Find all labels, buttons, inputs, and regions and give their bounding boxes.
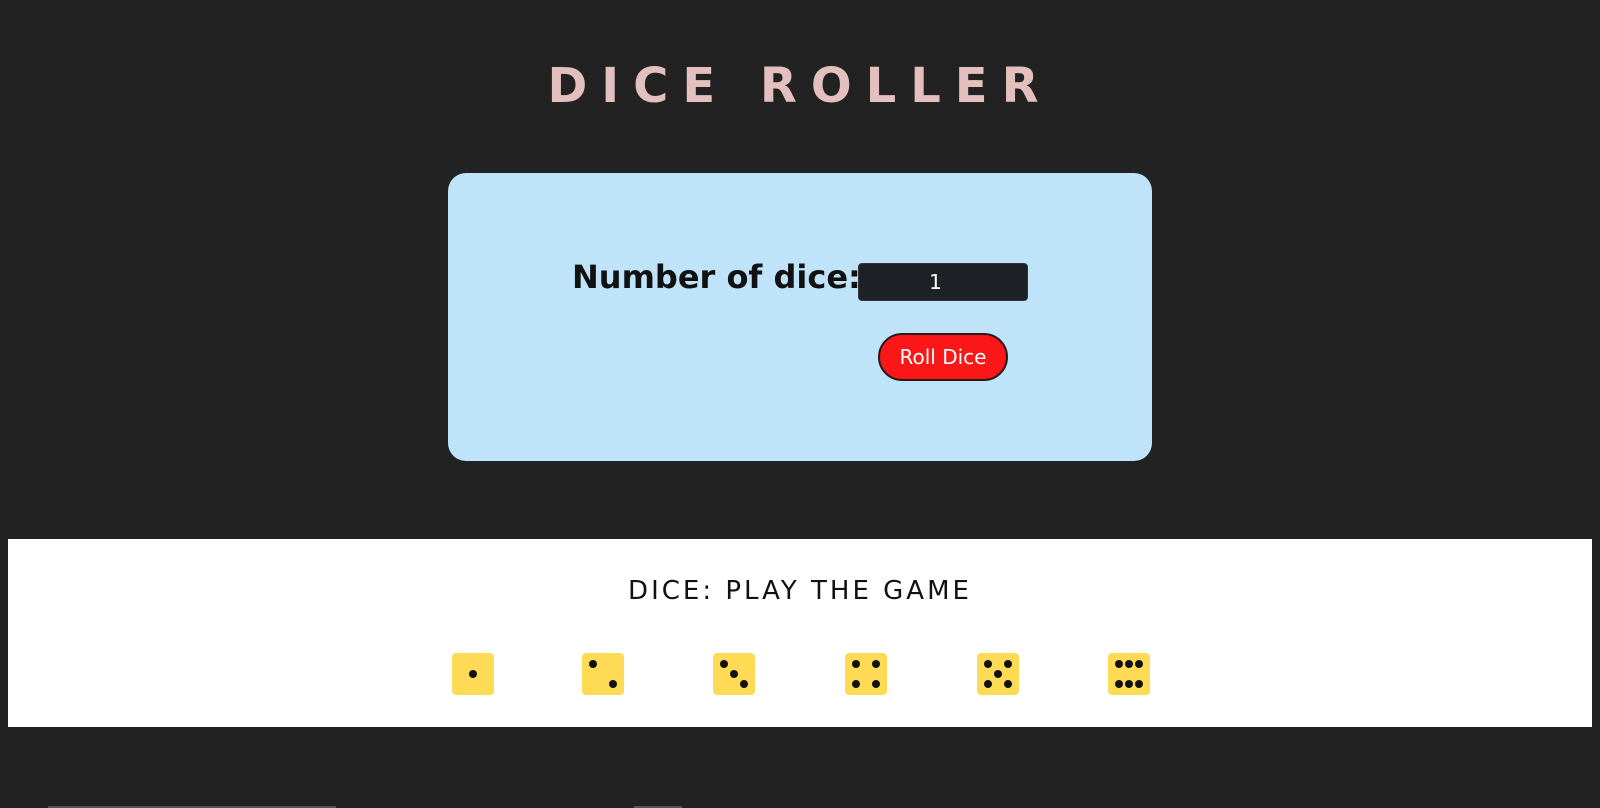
die-pip — [720, 660, 728, 668]
dice-count-input[interactable] — [858, 263, 1028, 301]
die-pip — [984, 680, 992, 688]
die-pip — [730, 670, 738, 678]
roll-dice-button[interactable]: Roll Dice — [878, 333, 1008, 381]
dice-faces-row — [8, 653, 1592, 697]
die-pip — [1125, 660, 1133, 668]
page: DICE ROLLER Number of dice: Roll Dice DI… — [0, 0, 1600, 808]
dice-roller-panel: Number of dice: Roll Dice — [448, 173, 1152, 461]
die-pip — [984, 660, 992, 668]
die-pip — [589, 660, 597, 668]
die-pip — [1135, 660, 1143, 668]
die-face-6-icon — [1108, 653, 1150, 695]
die-pip — [1004, 660, 1012, 668]
die-face-5-icon — [977, 653, 1019, 695]
die-face-1-icon — [452, 653, 494, 695]
die-pip — [1115, 660, 1123, 668]
game-heading: DICE: PLAY THE GAME — [628, 576, 972, 606]
die-pip — [994, 670, 1002, 678]
die-pip — [852, 680, 860, 688]
die-pip — [1004, 680, 1012, 688]
die-pip — [1125, 680, 1133, 688]
die-pip — [1135, 680, 1143, 688]
die-pip — [872, 680, 880, 688]
dice-count-label: Number of dice: — [572, 258, 861, 296]
die-pip — [609, 680, 617, 688]
die-pip — [469, 670, 477, 678]
die-face-2-icon — [582, 653, 624, 695]
page-title: DICE ROLLER — [547, 58, 1053, 114]
die-pip — [872, 660, 880, 668]
game-section: DICE: PLAY THE GAME — [8, 539, 1592, 727]
die-pip — [1115, 680, 1123, 688]
die-pip — [852, 660, 860, 668]
die-pip — [740, 680, 748, 688]
die-face-4-icon — [845, 653, 887, 695]
die-face-3-icon — [713, 653, 755, 695]
